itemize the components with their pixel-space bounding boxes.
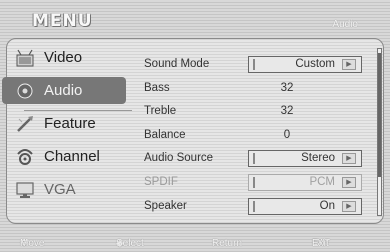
- menu-header: MENU Audio: [0, 0, 390, 38]
- setting-label: Sound Mode: [144, 58, 210, 70]
- setting-label: Treble: [144, 105, 177, 118]
- balance-value: 0: [283, 128, 291, 141]
- setting-row-balance[interactable]: Balance 0: [144, 126, 366, 146]
- sidebar-item-video[interactable]: Video: [6, 44, 126, 71]
- audio-settings-list: Sound Mode Custom ▶ Bass 32 Treble 32 Ba…: [144, 55, 366, 220]
- right-arrow-icon[interactable]: ▶: [342, 59, 356, 70]
- sidebar-item-audio[interactable]: Audio: [2, 77, 126, 104]
- exit-label: Exit: [312, 238, 329, 249]
- audio-icon: [14, 81, 36, 101]
- menu-title: MENU: [32, 11, 93, 31]
- tv-menu-screen: MENU Audio Video Audio Feature Channel V…: [0, 0, 390, 252]
- box-left-bar: [253, 176, 255, 188]
- sound-mode-select[interactable]: Custom ▶: [248, 56, 362, 73]
- setting-label: Speaker: [144, 199, 187, 212]
- channel-icon: [14, 147, 36, 167]
- speaker-select[interactable]: On ▶: [248, 197, 362, 215]
- bass-value: 32: [280, 81, 294, 94]
- box-left-bar: [253, 59, 255, 70]
- move-label: Move: [20, 238, 45, 249]
- video-icon: [14, 48, 36, 68]
- sidebar-item-vga[interactable]: VGA: [6, 176, 126, 203]
- sidebar-item-label: Video: [44, 49, 83, 66]
- box-left-bar: [253, 200, 255, 212]
- right-arrow-icon[interactable]: ▶: [342, 153, 356, 165]
- breadcrumb: Audio: [332, 19, 358, 30]
- setting-row-bass[interactable]: Bass 32: [144, 79, 366, 99]
- setting-label: Audio Source: [144, 152, 214, 165]
- speaker-value: On: [319, 199, 335, 212]
- setting-label: Balance: [144, 128, 186, 141]
- setting-row-spdif: SPDIF PCM ▶: [144, 173, 366, 193]
- spdif-value: PCM: [309, 175, 335, 188]
- setting-label: Bass: [144, 81, 170, 94]
- sidebar-item-feature[interactable]: Feature: [6, 110, 126, 137]
- spdif-select: PCM ▶: [248, 173, 362, 191]
- audio-source-value: Stereo: [301, 152, 335, 165]
- sidebar-item-label: Channel: [44, 148, 100, 165]
- setting-row-treble[interactable]: Treble 32: [144, 102, 366, 122]
- sidebar-item-channel[interactable]: Channel: [6, 143, 126, 170]
- treble-value: 32: [280, 105, 294, 118]
- select-label: Select: [116, 238, 144, 249]
- scrollbar-thumb[interactable]: [378, 53, 381, 177]
- sidebar-item-label: Feature: [44, 115, 96, 132]
- sound-mode-value: Custom: [295, 58, 335, 70]
- audio-source-select[interactable]: Stereo ▶: [248, 150, 362, 168]
- footer-hints: ✥ Move ◆ Select ⇦ Return EXIT Exit: [0, 226, 390, 252]
- sidebar-item-label: VGA: [44, 181, 76, 198]
- right-arrow-icon[interactable]: ▶: [342, 200, 356, 212]
- scrollbar[interactable]: [377, 48, 382, 216]
- setting-label: SPDIF: [144, 175, 178, 188]
- sidebar-item-label: Audio: [44, 82, 83, 99]
- right-arrow-icon: ▶: [342, 176, 356, 188]
- category-sidebar: Video Audio Feature Channel VGA: [2, 44, 132, 209]
- setting-row-audio-source[interactable]: Audio Source Stereo ▶: [144, 149, 366, 169]
- setting-row-sound-mode[interactable]: Sound Mode Custom ▶: [144, 55, 366, 75]
- setting-row-speaker[interactable]: Speaker On ▶: [144, 197, 366, 217]
- vga-icon: [14, 180, 36, 200]
- feature-icon: [14, 114, 36, 134]
- box-left-bar: [253, 153, 255, 165]
- return-label: Return: [212, 238, 243, 249]
